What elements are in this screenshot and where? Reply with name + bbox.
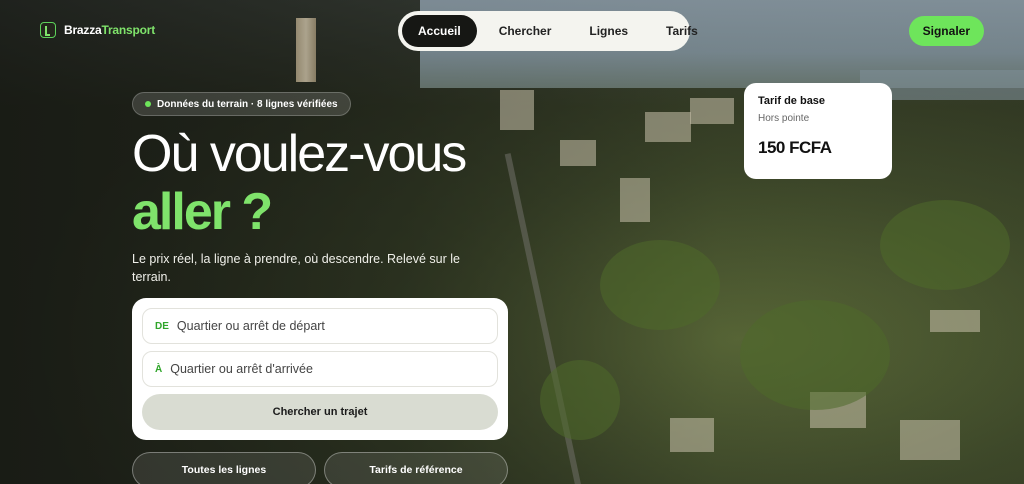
background-trees: [540, 360, 620, 440]
arrival-field[interactable]: À: [142, 351, 498, 387]
hero-subtitle: Le prix réel, la ligne à prendre, où des…: [132, 252, 460, 284]
brand-name-part2: Transport: [101, 23, 156, 37]
background-building: [645, 112, 691, 142]
search-card: DE À Chercher un trajet: [132, 298, 508, 440]
main-nav: Accueil Chercher Lignes Tarifs: [398, 11, 698, 51]
background-trees: [740, 300, 890, 410]
reference-fares-button[interactable]: Tarifs de référence: [324, 452, 508, 484]
background-tower: [296, 18, 316, 82]
fare-price: 150 FCFA: [758, 138, 832, 157]
arrival-input[interactable]: [170, 362, 471, 376]
fare-title: Tarif de base: [758, 95, 826, 107]
background-trees: [600, 240, 720, 330]
nav-item-tarifs[interactable]: Tarifs: [650, 15, 714, 47]
all-lines-button[interactable]: Toutes les lignes: [132, 452, 316, 484]
hero-title-line2: aller ?: [132, 183, 273, 241]
departure-tag: DE: [155, 320, 169, 332]
nav-item-lignes[interactable]: Lignes: [573, 15, 644, 47]
fare-subtitle: Hors pointe: [758, 113, 810, 124]
brand-logo[interactable]: BrazzaTransport: [40, 22, 155, 38]
badge-text: Données du terrain · 8 lignes vérifiées: [157, 98, 338, 110]
nav-item-chercher[interactable]: Chercher: [483, 15, 568, 47]
report-button[interactable]: Signaler: [908, 16, 984, 46]
background-building: [500, 90, 534, 130]
background-building: [690, 98, 734, 124]
status-dot-icon: [145, 101, 151, 107]
base-fare-card: Tarif de base Hors pointe 150 FCFA: [744, 83, 892, 179]
brand-name: BrazzaTransport: [64, 23, 155, 37]
arrival-tag: À: [155, 363, 163, 375]
hero-title-line1: Où voulez-vous: [132, 125, 467, 183]
background-trees: [880, 200, 1010, 290]
background-building: [900, 420, 960, 460]
background-building: [930, 310, 980, 332]
logo-icon: [40, 22, 56, 38]
brand-name-part1: Brazza: [64, 23, 102, 37]
search-trip-button[interactable]: Chercher un trajet: [142, 394, 498, 430]
data-badge: Données du terrain · 8 lignes vérifiées: [132, 92, 351, 116]
departure-input[interactable]: [176, 319, 477, 333]
nav-item-accueil[interactable]: Accueil: [402, 15, 477, 47]
background-building: [670, 418, 714, 452]
background-building: [560, 140, 596, 166]
background-building: [620, 178, 650, 222]
departure-field[interactable]: DE: [142, 308, 498, 344]
